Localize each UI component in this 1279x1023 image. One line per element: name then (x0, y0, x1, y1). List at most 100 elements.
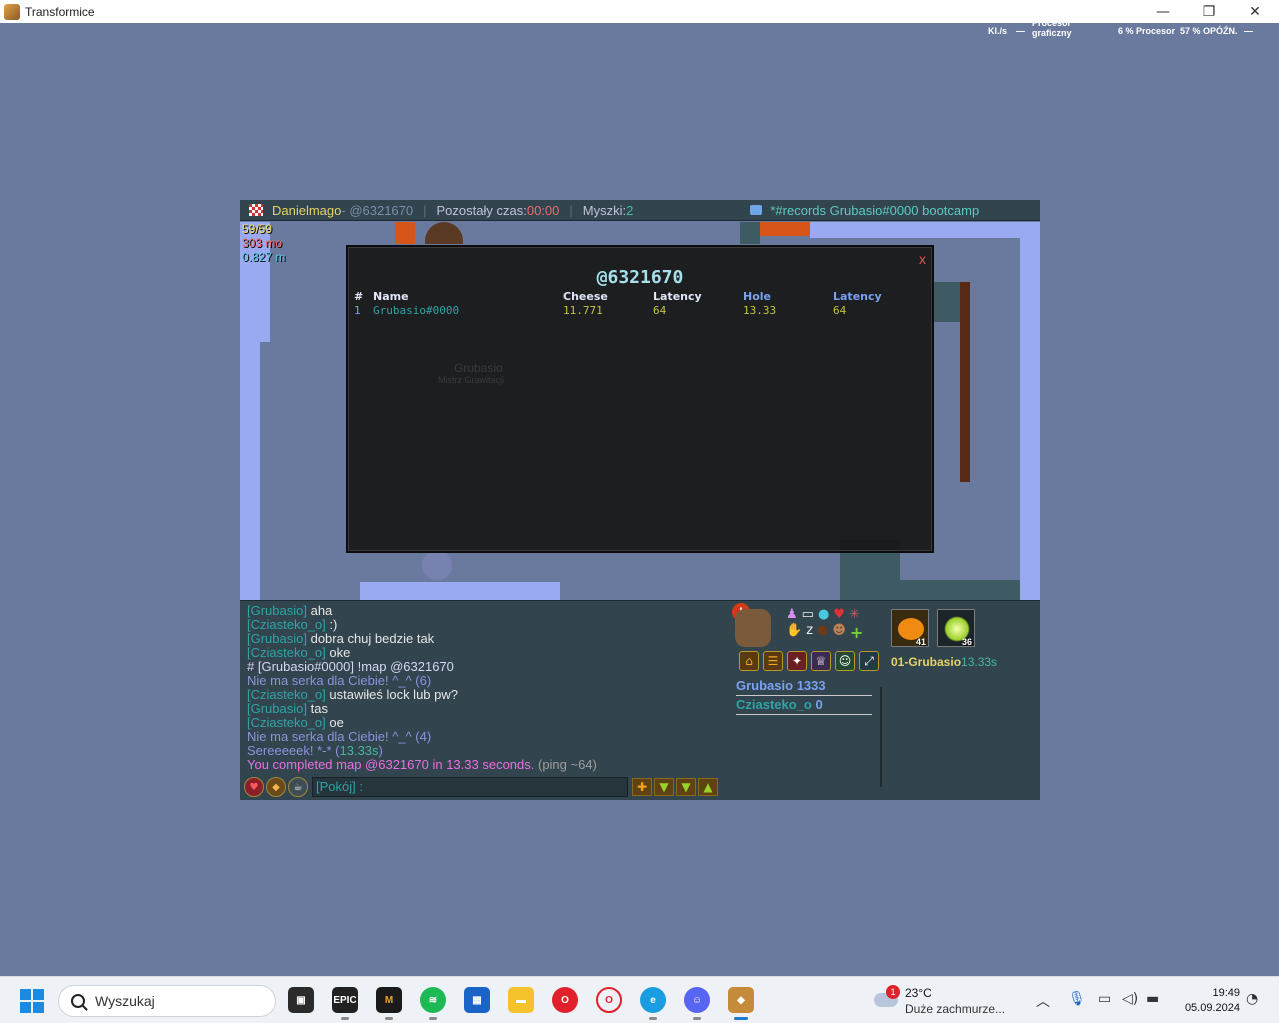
search-icon (71, 994, 85, 1008)
score-player[interactable]: Cziasteko_o (736, 697, 812, 712)
chat-line: # [Grubasio#0000] !map @6321670 (247, 660, 727, 674)
row-cheese: 11.771 (563, 304, 603, 317)
modal-title: @6321670 (596, 267, 684, 288)
windows-start-icon[interactable] (20, 989, 44, 1013)
volume-icon[interactable]: ◁) (1122, 991, 1138, 1007)
chat-input[interactable]: [Pokój] : (312, 777, 628, 797)
chat-arrow-buttons: ✚ ▼ ▼ ▲ (632, 778, 720, 796)
modal-close-button[interactable]: x (919, 251, 926, 267)
chat-text: :) (325, 617, 338, 632)
drop-icon[interactable]: ● (818, 607, 829, 622)
house-icon[interactable]: ⌂ (739, 651, 759, 671)
restore-button[interactable]: ❐ (1186, 0, 1232, 23)
chat-bubble-icon (750, 205, 763, 215)
discord-taskbar-icon[interactable]: ☺ (684, 987, 710, 1020)
cake-icon[interactable]: ▭ (802, 607, 814, 622)
shield-icon[interactable]: ◆ (266, 777, 286, 797)
arrow-down-icon[interactable]: ▼ (654, 778, 674, 796)
chat-time: 13.33s (339, 743, 379, 758)
clock-date: 05.09.2024 (1184, 1002, 1240, 1014)
discord-icon[interactable]: ☺ (835, 651, 855, 671)
transformice-app-icon (4, 3, 20, 20)
chat-author[interactable]: [Cziasteko_o] (247, 617, 326, 632)
game-viewport[interactable]: Danielmago - @6321670 | Pozostały czas: … (240, 200, 1040, 800)
weather-widget[interactable]: 1 23°C Duże zachmurze... (870, 985, 1020, 1017)
notification-bell-icon[interactable]: ◔ (1246, 991, 1258, 1007)
ghost-player-name: Grubasio (454, 361, 503, 375)
shop-icon[interactable]: ✦ (787, 651, 807, 671)
record-entry: 01-Grubasio13.33s (891, 655, 997, 669)
spotify-icon[interactable]: ≋ (420, 987, 446, 1020)
hud-time-value: 00:00 (526, 202, 560, 218)
latency-label: 57 % OPÓŹN. (1180, 26, 1238, 36)
menu-icon-row: ⌂ ☰ ✦ ♕ ☺ ⤢ (739, 651, 883, 671)
plus-button[interactable]: ✚ (632, 778, 652, 796)
col-header-latency-2: Latency (833, 290, 882, 303)
row-name[interactable]: Grubasio#0000 (373, 304, 459, 317)
record-label: 01-Grubasio (891, 655, 962, 669)
fullscreen-icon[interactable]: ⤢ (859, 651, 879, 671)
chat-command: # [Grubasio#0000] !map @6321670 (247, 659, 454, 674)
glow-item[interactable]: 36 (937, 609, 975, 647)
pumpkin-item[interactable]: 41 (891, 609, 929, 647)
chat-text: aha (306, 603, 333, 618)
microphone-icon[interactable]: 🎙 (1068, 991, 1086, 1007)
cookie-icon[interactable]: ● (817, 623, 828, 642)
game-hud-bar: Danielmago - @6321670 | Pozostały czas: … (240, 200, 1040, 221)
epic-games-icon[interactable]: EPIC (332, 987, 358, 1020)
running-indicator (429, 1017, 437, 1020)
arrow-down-2-icon[interactable]: ▼ (676, 778, 696, 796)
transformice-taskbar-icon[interactable]: ◆ (728, 987, 754, 1020)
row-hole: 13.33 (743, 304, 777, 317)
chat-author[interactable]: [Cziasteko_o] (247, 645, 326, 660)
chat-line: [Cziasteko_o] ustawiłeś lock lub pw? (247, 688, 727, 702)
map-dark-floor (900, 580, 1020, 600)
chat-ping: (ping ~64) (534, 757, 597, 772)
chat-author[interactable]: [Cziasteko_o] (247, 715, 326, 730)
opera-gx-icon[interactable]: O (596, 987, 622, 1013)
chat-system: Nie ma serka dla Ciebie! ^_^ (6) (247, 673, 432, 688)
hand-icon[interactable]: ✋ (786, 623, 802, 642)
minimize-button[interactable]: — (1140, 0, 1186, 23)
arrow-up-icon[interactable]: ▲ (698, 778, 718, 796)
chat-author[interactable]: [Grubasio] (247, 603, 307, 618)
chevron-up-icon[interactable]: ︿ (1036, 991, 1050, 1011)
add-emote-icon[interactable]: + (850, 623, 863, 642)
hud-separator: | (569, 202, 573, 218)
hud-player-name: Danielmago (272, 202, 342, 218)
trophy-icon[interactable]: ♕ (811, 651, 831, 671)
file-explorer-icon[interactable]: ▬ (508, 987, 534, 1013)
network-icon[interactable]: ▭ (1098, 991, 1111, 1007)
chat-author[interactable]: [Grubasio] (247, 701, 307, 716)
running-indicator (693, 1017, 701, 1020)
mouse-avatar-icon[interactable] (735, 609, 771, 647)
battery-icon[interactable]: ▬ (1146, 991, 1159, 1007)
bear-icon[interactable]: ☻ (832, 623, 846, 642)
chat-author[interactable]: [Cziasteko_o] (247, 687, 326, 702)
weather-temp: 23°C (905, 986, 932, 1000)
chat-author[interactable]: [Grubasio] (247, 631, 307, 646)
chat-line: [Cziasteko_o] oe (247, 716, 727, 730)
edge-icon[interactable]: e (640, 987, 666, 1020)
chat-line: Nie ma serka dla Ciebie! ^_^ (6) (247, 674, 727, 688)
tea-icon[interactable]: ☕ (288, 777, 308, 797)
system-clock[interactable]: 19:49 05.09.2024 (1170, 986, 1240, 1016)
task-view-icon[interactable]: ▣ (288, 987, 314, 1013)
spark-icon[interactable]: ✳ (849, 607, 860, 622)
zzz-icon[interactable]: z (806, 623, 813, 642)
app-m-icon[interactable]: M (376, 987, 402, 1020)
map-orange-block-right (760, 222, 810, 236)
rate-label: Kl./s (988, 26, 1008, 36)
heart-icon[interactable]: ♥ (244, 777, 264, 797)
opera-icon[interactable]: O (552, 987, 578, 1013)
potion-icon[interactable]: ♟ (786, 607, 798, 622)
chat-line: You completed map @6321670 in 13.33 seco… (247, 758, 727, 772)
chat-line: [Cziasteko_o] oke (247, 646, 727, 660)
taskbar-search[interactable]: Wyszukaj (58, 985, 276, 1017)
chat-line: Sereeeeek! *-* (13.33s) (247, 744, 727, 758)
close-window-button[interactable]: ✕ (1232, 0, 1278, 23)
heart-emote-icon[interactable]: ♥ (833, 607, 845, 622)
list-icon[interactable]: ☰ (763, 651, 783, 671)
store-icon[interactable]: ▦ (464, 987, 490, 1013)
score-player[interactable]: Grubasio (736, 678, 793, 693)
